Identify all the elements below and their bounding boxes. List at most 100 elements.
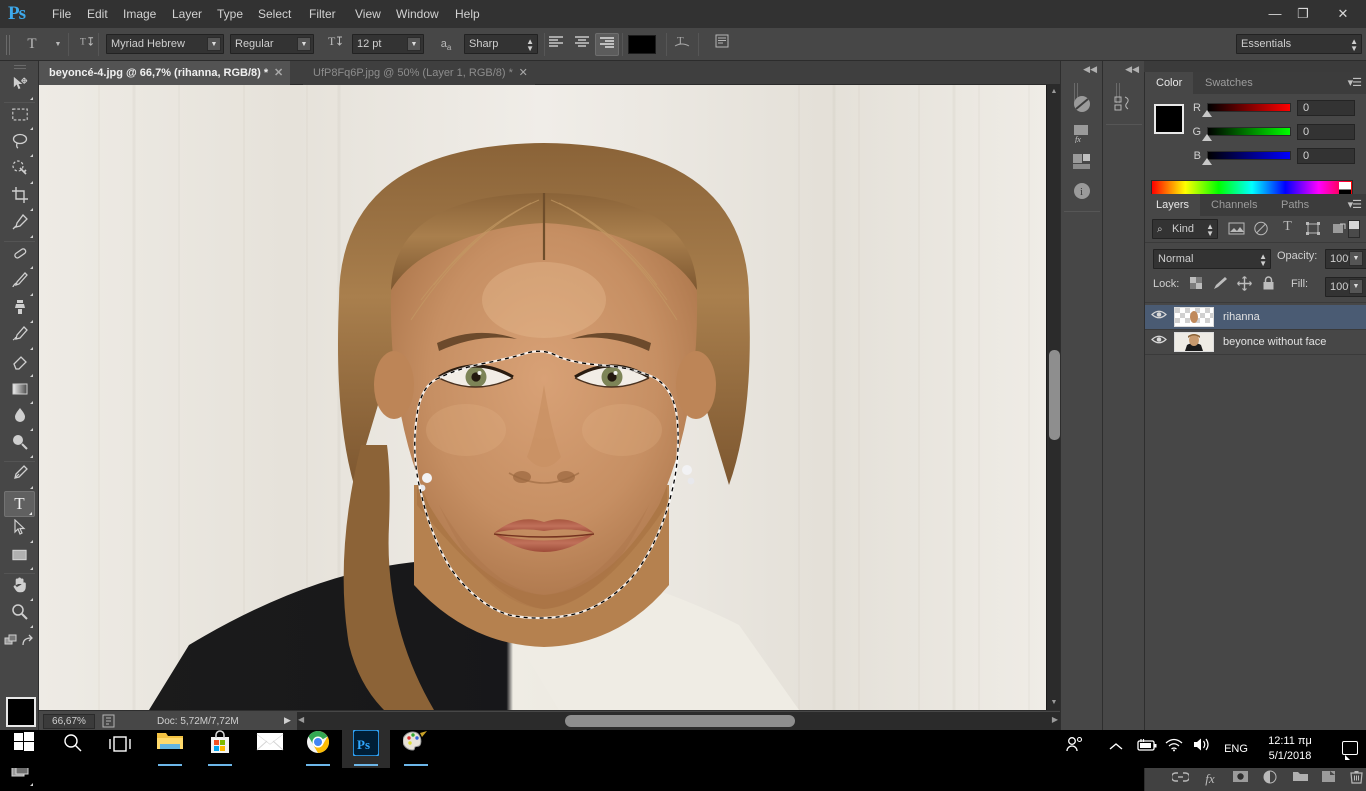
blur-tool[interactable]	[4, 406, 35, 432]
search-button[interactable]	[48, 730, 96, 768]
channel-value-g[interactable]: 0	[1297, 124, 1355, 140]
layer-filter-kind-select[interactable]: ⌕ Kind ▲ ▼	[1152, 219, 1218, 239]
maximize-button[interactable]: ❐	[1284, 0, 1322, 28]
font-size-chevron-down-icon[interactable]: ▼	[407, 37, 421, 51]
blend-mode-select[interactable]: Normal ▲ ▼	[1153, 249, 1271, 269]
options-bar-grip[interactable]	[6, 35, 11, 55]
toggle-text-orientation-icon[interactable]: T	[74, 33, 98, 56]
anti-aliasing-select[interactable]: Sharp ▲ ▼	[464, 34, 538, 54]
pen-tool[interactable]	[4, 464, 35, 490]
delete-layer-button[interactable]	[1343, 770, 1366, 788]
workspace-switcher[interactable]: Essentials ▲ ▼	[1236, 34, 1362, 54]
blend-mode-stepper-icon[interactable]: ▲ ▼	[1259, 253, 1267, 268]
task-view-button[interactable]	[96, 730, 144, 768]
channel-value-b[interactable]: 0	[1297, 148, 1355, 164]
canvas-horizontal-scrollbar[interactable]: ◀ ▶	[297, 712, 1060, 730]
info-panel-icon[interactable]: i	[1068, 181, 1096, 207]
filter-adjustment-icon[interactable]	[1253, 221, 1270, 237]
link-layers-button[interactable]	[1167, 770, 1193, 788]
lock-image-pixels-icon[interactable]	[1211, 276, 1229, 294]
zoom-level-input[interactable]: 66,67%	[43, 714, 95, 729]
history-brush-tool[interactable]	[4, 325, 35, 351]
expand-panels-icon-2[interactable]: ◀◀	[1125, 64, 1139, 75]
layer-style-button[interactable]: fx	[1197, 770, 1223, 788]
scroll-left-icon[interactable]: ◀	[298, 715, 304, 724]
font-style-chevron-down-icon[interactable]: ▼	[297, 37, 311, 51]
clock[interactable]: 12:11 πμ 5/1/2018	[1258, 730, 1322, 768]
eraser-tool[interactable]	[4, 352, 35, 378]
horizontal-type-tool[interactable]: T	[4, 491, 35, 517]
tab-swatches[interactable]: Swatches	[1194, 72, 1264, 94]
foreground-color-swatch[interactable]	[6, 697, 36, 727]
menu-help[interactable]: Help	[448, 6, 487, 23]
horizontal-scroll-thumb[interactable]	[565, 715, 795, 727]
layer-name[interactable]: beyonce without face	[1223, 330, 1326, 354]
tool-preset-picker-arrow[interactable]: ▼	[46, 33, 70, 56]
canvas-vertical-scrollbar[interactable]: ▲ ▼	[1046, 85, 1060, 710]
filter-pixel-icon[interactable]	[1228, 221, 1245, 237]
tab-channels[interactable]: Channels	[1200, 194, 1268, 216]
close-button[interactable]: ✕	[1320, 0, 1366, 28]
layer-thumbnail[interactable]	[1174, 332, 1214, 352]
scroll-right-icon[interactable]: ▶	[1052, 715, 1058, 724]
menu-image[interactable]: Image	[116, 6, 163, 23]
lasso-tool[interactable]	[4, 132, 35, 158]
font-size-input[interactable]: 12 pt ▼	[352, 34, 424, 54]
layer-visibility-eye-icon[interactable]	[1150, 309, 1168, 325]
scroll-down-icon[interactable]: ▼	[1047, 696, 1060, 710]
layer-name[interactable]: rihanna	[1223, 305, 1260, 329]
layer-row-rihanna[interactable]: rihanna	[1145, 305, 1366, 329]
tab-layers[interactable]: Layers	[1145, 194, 1201, 216]
photoshop-button[interactable]: Ps	[342, 729, 390, 768]
align-left-button[interactable]	[544, 33, 568, 56]
scroll-up-icon[interactable]: ▲	[1047, 85, 1060, 99]
mail-button[interactable]	[246, 730, 294, 768]
font-style-select[interactable]: Regular ▼	[230, 34, 314, 54]
layer-filter-stepper-icon[interactable]: ▲ ▼	[1206, 223, 1214, 238]
channel-value-r[interactable]: 0	[1297, 100, 1355, 116]
people-icon[interactable]	[1058, 730, 1092, 768]
close-icon[interactable]: ✕	[274, 61, 283, 85]
new-layer-button[interactable]	[1315, 770, 1341, 788]
history-panel-icon[interactable]	[1068, 94, 1096, 120]
layer-visibility-eye-icon[interactable]	[1150, 334, 1168, 350]
network-icon[interactable]	[1160, 730, 1188, 768]
character-styles-panel-icon[interactable]	[1110, 94, 1138, 120]
channel-marker-g[interactable]	[1202, 134, 1212, 141]
document-tab-active[interactable]: beyoncé-4.jpg @ 66,7% (rihanna, RGB/8) *…	[39, 61, 291, 85]
tab-color[interactable]: Color	[1145, 72, 1194, 94]
lock-all-icon[interactable]	[1259, 276, 1277, 294]
canvas-area[interactable]: ▲ ▼	[39, 85, 1060, 710]
channel-slider-g[interactable]	[1207, 127, 1291, 136]
show-hidden-icons-icon[interactable]	[1102, 730, 1130, 768]
menu-type[interactable]: Type	[210, 6, 250, 23]
crop-tool[interactable]	[4, 186, 35, 212]
language-indicator[interactable]: ENG	[1216, 730, 1256, 768]
layer-mask-button[interactable]	[1227, 770, 1253, 788]
adjustments-panel-icon[interactable]	[1068, 152, 1096, 178]
rectangular-marquee-tool[interactable]	[4, 105, 35, 131]
menu-view[interactable]: View	[348, 6, 388, 23]
tab-paths[interactable]: Paths	[1270, 194, 1320, 216]
quick-selection-tool[interactable]	[4, 159, 35, 185]
color-panel-foreground-swatch[interactable]	[1154, 104, 1184, 134]
filter-toggle-switch[interactable]	[1348, 220, 1360, 238]
lock-transparent-pixels-icon[interactable]	[1187, 276, 1205, 294]
tools-panel-grip[interactable]	[14, 65, 26, 70]
fill-chevron-down-icon[interactable]: ▼	[1349, 279, 1363, 294]
file-explorer-button[interactable]	[146, 730, 194, 768]
channel-slider-r[interactable]	[1207, 103, 1291, 112]
channel-slider-b[interactable]	[1207, 151, 1291, 160]
document-image[interactable]	[39, 85, 1046, 710]
opacity-chevron-down-icon[interactable]: ▼	[1349, 251, 1363, 266]
dodge-tool[interactable]	[4, 433, 35, 459]
type-tool-icon[interactable]: T	[20, 33, 44, 56]
spot-healing-brush-tool[interactable]	[4, 244, 35, 270]
start-button[interactable]	[0, 730, 48, 768]
close-icon[interactable]: ✕	[519, 61, 528, 85]
align-right-button[interactable]	[595, 33, 619, 56]
volume-icon[interactable]	[1188, 730, 1216, 768]
actions-panel-icon[interactable]: fx	[1068, 123, 1096, 149]
text-color-swatch-box[interactable]	[628, 35, 656, 54]
filter-shape-icon[interactable]	[1305, 221, 1322, 237]
